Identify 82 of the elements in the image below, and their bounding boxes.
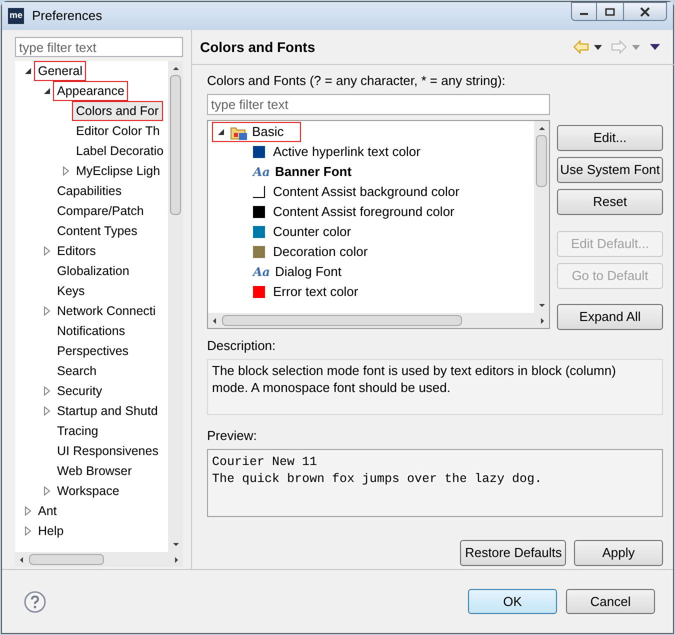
tree-item[interactable]: Dialog Font	[275, 262, 342, 282]
tree-item[interactable]: Active hyperlink text color	[273, 142, 420, 162]
minimize-button[interactable]	[571, 2, 597, 21]
tree-item[interactable]: Editor Color Th	[73, 122, 163, 140]
ok-button[interactable]: OK	[468, 589, 557, 614]
horizontal-scrollbar[interactable]	[208, 313, 549, 328]
filter-label: Colors and Fonts (? = any character, * = any string):	[207, 73, 506, 89]
tree-item[interactable]: Security	[54, 382, 106, 400]
page-title: Colors and Fonts	[200, 38, 316, 56]
tree-item[interactable]: Tracing	[54, 422, 102, 440]
collapsed-arrow-icon[interactable]	[43, 406, 51, 416]
tree-item[interactable]: Appearance	[54, 82, 128, 100]
tree-item[interactable]: General	[35, 62, 86, 80]
collapsed-arrow-icon[interactable]	[43, 246, 51, 256]
tree-item[interactable]: Notifications	[54, 322, 128, 340]
scrollbar-thumb[interactable]	[536, 135, 547, 187]
side-button[interactable]: Edit...	[557, 125, 663, 151]
menu-icon[interactable]	[649, 43, 661, 51]
tree-item[interactable]: Keys	[54, 282, 88, 300]
side-button[interactable]: Reset	[557, 189, 663, 215]
vertical-scrollbar[interactable]	[534, 121, 549, 313]
horizontal-scrollbar[interactable]	[15, 552, 183, 567]
preview-label: Preview:	[207, 428, 258, 444]
collapsed-arrow-icon[interactable]	[43, 486, 51, 496]
description-box: The block selection mode font is used by text editors in block (column) mode. A monospace font should be used.	[207, 359, 663, 415]
expanded-arrow-icon[interactable]	[43, 87, 51, 95]
vertical-scrollbar[interactable]	[168, 61, 183, 552]
collapsed-arrow-icon[interactable]	[43, 306, 51, 316]
tree-item[interactable]: Counter color	[273, 222, 352, 242]
font-icon: Aa	[253, 166, 267, 178]
tree-item[interactable]: Decoration color	[273, 242, 368, 262]
close-button[interactable]	[623, 2, 667, 21]
expanded-arrow-icon[interactable]	[24, 67, 32, 75]
tree-item[interactable]: Content Assist background color	[273, 182, 460, 202]
tree-item[interactable]: MyEclipse Ligh	[73, 162, 164, 180]
tree-item[interactable]: Error text color	[273, 282, 358, 302]
preview-text: The quick brown fox jumps over the lazy dog.	[212, 471, 542, 488]
tree-item[interactable]: Help	[35, 522, 67, 540]
group-item[interactable]: Basic	[213, 123, 300, 141]
tree-item[interactable]: Workspace	[54, 482, 122, 500]
collapsed-arrow-icon[interactable]	[24, 526, 32, 536]
tree-item[interactable]: Ant	[35, 502, 60, 520]
tree-item[interactable]: Capabilities	[54, 182, 125, 200]
tree-item[interactable]: Content Assist foreground color	[273, 202, 454, 222]
collapsed-arrow-icon[interactable]	[43, 386, 51, 396]
scrollbar-thumb[interactable]	[170, 75, 181, 215]
side-button[interactable]: Expand All	[557, 304, 663, 330]
search-field[interactable]: type filter text	[207, 94, 550, 115]
tree-item[interactable]: Compare/Patch	[54, 202, 147, 220]
folder-icon	[230, 124, 248, 140]
window-title: Preferences	[32, 7, 102, 26]
preview-text: Courier New 11	[212, 454, 318, 471]
dropdown-icon[interactable]	[593, 43, 603, 51]
expanded-arrow-icon[interactable]	[217, 128, 225, 136]
tree-item[interactable]: Content Types	[54, 222, 140, 240]
collapsed-arrow-icon[interactable]	[24, 506, 32, 516]
tree-item[interactable]: UI Responsivenes	[54, 442, 162, 460]
tree-item[interactable]: Colors and For	[73, 102, 162, 120]
tree-item[interactable]: Web Browser	[54, 462, 135, 480]
font-icon: Aa	[253, 266, 267, 278]
collapsed-arrow-icon[interactable]	[62, 166, 70, 176]
scrollbar-thumb[interactable]	[222, 315, 462, 326]
scrollbar-thumb[interactable]	[29, 554, 104, 565]
tree-item[interactable]: Banner Font	[275, 162, 352, 182]
description-label: Description:	[207, 338, 277, 354]
tree-item[interactable]: Startup and Shutd	[54, 402, 161, 420]
close-icon	[640, 6, 650, 16]
maximize-icon	[605, 8, 615, 16]
restore-defaults-button[interactable]: Restore Defaults	[460, 540, 566, 566]
search-field[interactable]: type filter text	[15, 37, 183, 57]
tree-item[interactable]: Editors	[54, 242, 99, 260]
help-icon[interactable]	[24, 590, 46, 612]
tree-item[interactable]: Perspectives	[54, 342, 132, 360]
maximize-button[interactable]	[597, 2, 623, 21]
tree-item[interactable]: Label Decoratio	[73, 142, 167, 160]
tree-item[interactable]: Search	[54, 362, 100, 380]
tree-item[interactable]: Network Connecti	[54, 302, 159, 320]
cancel-button[interactable]: Cancel	[566, 589, 655, 614]
apply-button[interactable]: Apply	[574, 540, 663, 566]
app-logo: me	[8, 8, 24, 24]
tree-item[interactable]: Globalization	[54, 262, 132, 280]
side-button[interactable]: Use System Font	[557, 157, 663, 183]
